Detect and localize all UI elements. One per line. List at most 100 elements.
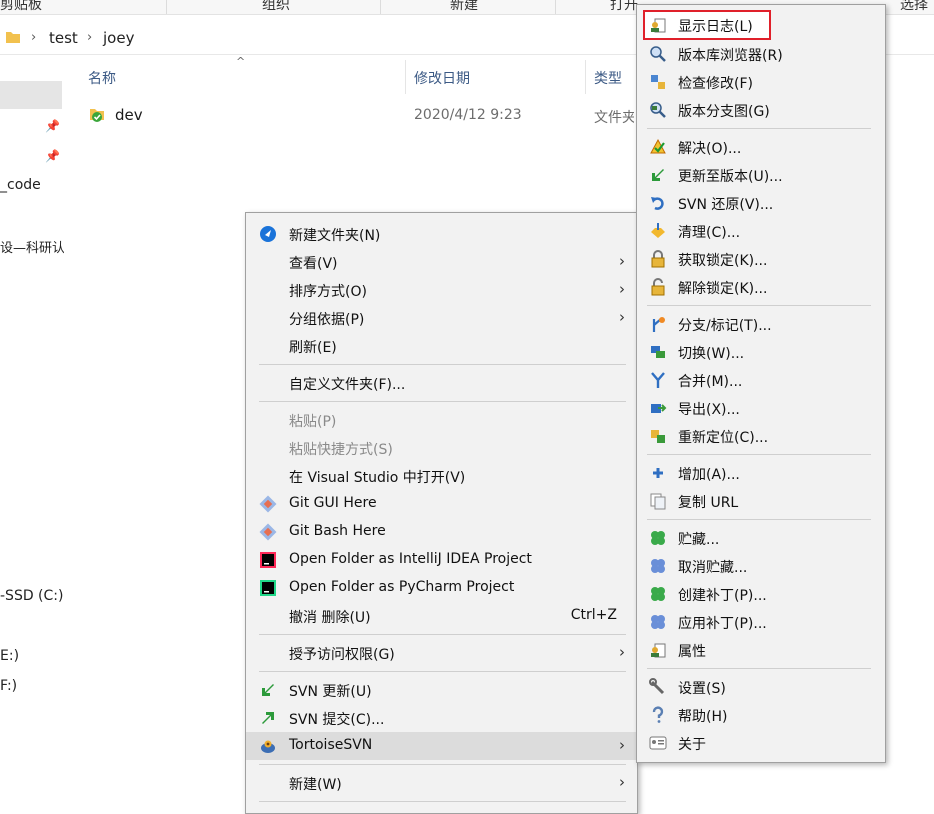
submenu-item-label: 创建补丁(P)... [678,588,767,604]
svn-commit-icon [262,712,274,724]
submenu-item-properties[interactable]: 属性 [639,636,883,664]
chevron-right-icon: › [619,308,625,326]
nav-selected-item[interactable] [0,81,62,109]
menu-item-paste[interactable]: 粘贴(P) [246,406,637,434]
breadcrumb-item[interactable]: joey [103,29,134,47]
menu-item-open-intellij[interactable]: Open Folder as IntelliJ IDEA Project [246,546,637,574]
menu-separator [647,305,871,306]
submenu-item-label: 版本库浏览器(R) [678,48,783,64]
submenu-item-switch[interactable]: 切换(W)... [639,338,883,366]
menu-item-open-in-visual-studio[interactable]: 在 Visual Studio 中打开(V) [246,462,637,490]
ribbon-group-select: 选择 [900,0,928,13]
menu-separator [647,519,871,520]
submenu-item-copy-url[interactable]: 复制 URL [639,487,883,515]
column-header-name[interactable]: 名称 [88,68,116,88]
breadcrumb-chevron-icon[interactable]: › [31,30,36,45]
menu-item-view[interactable]: 查看(V) › [246,248,637,276]
get-lock-icon [651,250,665,268]
submenu-item-resolve[interactable]: 解决(O)... [639,133,883,161]
copy-url-icon [650,493,666,510]
menu-item-label: 撤消 删除(U) [289,610,371,626]
menu-item-refresh[interactable]: 刷新(E) [246,332,637,360]
menu-item-label: Open Folder as IntelliJ IDEA Project [289,551,532,567]
nav-item[interactable]: _code [0,177,64,193]
chevron-right-icon: › [619,252,625,270]
menu-item-give-access[interactable]: 授予访问权限(G) › [246,639,637,667]
nav-item[interactable]: 设—科研认 [0,237,64,256]
context-menu: 新建文件夹(N) 查看(V) › 排序方式(O) › 分组依据(P) › 刷新(… [245,212,638,814]
menu-item-label: 分组依据(P) [289,312,365,328]
submenu-item-label: 重新定位(C)... [678,430,769,446]
submenu-item-check-modifications[interactable]: 检查修改(F) [639,68,883,96]
submenu-item-settings[interactable]: 设置(S) [639,673,883,701]
menu-item-svn-update[interactable]: SVN 更新(U) [246,676,637,704]
column-header-type[interactable]: 类型 [594,68,622,88]
column-divider[interactable] [405,60,406,94]
column-header-modified[interactable]: 修改日期 [414,68,470,88]
file-name: dev [115,106,143,124]
menu-item-undo-delete[interactable]: 撤消 删除(U) Ctrl+Z [246,602,637,630]
breadcrumb-chevron-icon[interactable]: › [87,30,92,45]
submenu-item-repo-browser[interactable]: 版本库浏览器(R) [639,40,883,68]
submenu-item-release-lock[interactable]: 解除锁定(K)... [639,273,883,301]
submenu-item-branch-tag[interactable]: 分支/标记(T)... [639,310,883,338]
submenu-item-label: 增加(A)... [678,467,740,483]
add-icon [653,468,663,478]
submenu-item-help[interactable]: 帮助(H) [639,701,883,729]
repo-browser-icon [650,46,666,62]
menu-item-label: Open Folder as PyCharm Project [289,579,515,595]
ribbon-group-new: 新建 [450,0,478,13]
submenu-item-revision-graph[interactable]: 版本分支图(G) [639,96,883,124]
menu-separator [259,671,626,672]
submenu-item-unshelve[interactable]: 取消贮藏... [639,552,883,580]
submenu-item-shelve[interactable]: 贮藏... [639,524,883,552]
nav-item-drive-c[interactable]: -SSD (C:) [0,588,64,604]
submenu-item-update-to-revision[interactable]: 更新至版本(U)... [639,161,883,189]
menu-item-tortoisesvn[interactable]: TortoiseSVN › [246,732,637,760]
update-to-revision-icon [652,169,664,181]
menu-item-label: 粘贴(P) [289,414,337,430]
menu-item-sort-by[interactable]: 排序方式(O) › [246,276,637,304]
menu-item-svn-commit[interactable]: SVN 提交(C)... [246,704,637,732]
pin-icon[interactable]: 📌 [45,119,60,133]
submenu-item-label: 版本分支图(G) [678,104,770,120]
ribbon-divider [166,0,167,14]
pin-icon[interactable]: 📌 [45,149,60,163]
column-divider[interactable] [585,60,586,94]
file-row[interactable]: dev 2020/4/12 9:23 文件夹 [80,98,640,130]
menu-item-customize-folder[interactable]: 自定义文件夹(F)... [246,369,637,397]
nav-item-drive-e[interactable]: E:) [0,648,64,664]
folder-icon [6,32,20,43]
submenu-item-export[interactable]: 导出(X)... [639,394,883,422]
submenu-item-cleanup[interactable]: 清理(C)... [639,217,883,245]
menu-item-new-folder[interactable]: 新建文件夹(N) [246,220,637,248]
tortoisesvn-icon [261,740,275,753]
submenu-item-add[interactable]: 增加(A)... [639,459,883,487]
submenu-item-merge[interactable]: 合并(M)... [639,366,883,394]
breadcrumb-item[interactable]: test [49,29,78,47]
menu-item-label: 刷新(E) [289,340,337,356]
submenu-item-create-patch[interactable]: 创建补丁(P)... [639,580,883,608]
submenu-item-about[interactable]: 关于 [639,729,883,757]
relocate-icon [651,430,665,443]
submenu-item-label: 复制 URL [678,495,739,511]
menu-item-open-pycharm[interactable]: Open Folder as PyCharm Project [246,574,637,602]
submenu-item-label: 取消贮藏... [678,560,748,576]
submenu-item-revert[interactable]: SVN 还原(V)... [639,189,883,217]
submenu-item-apply-patch[interactable]: 应用补丁(P)... [639,608,883,636]
menu-item-git-bash[interactable]: Git Bash Here [246,518,637,546]
nav-item-drive-f[interactable]: F:) [0,678,64,694]
submenu-item-label: 检查修改(F) [678,76,753,92]
branch-tag-icon [652,317,665,332]
menu-item-paste-shortcut[interactable]: 粘贴快捷方式(S) [246,434,637,462]
menu-item-new[interactable]: 新建(W) › [246,769,637,797]
submenu-item-get-lock[interactable]: 获取锁定(K)... [639,245,883,273]
menu-item-git-gui[interactable]: Git GUI Here [246,490,637,518]
release-lock-icon [651,278,665,296]
intellij-icon [260,552,276,568]
menu-item-group-by[interactable]: 分组依据(P) › [246,304,637,332]
settings-icon [649,678,665,695]
submenu-item-show-log[interactable]: 显示日志(L) [643,10,771,40]
submenu-item-relocate[interactable]: 重新定位(C)... [639,422,883,450]
menu-separator [259,364,626,365]
